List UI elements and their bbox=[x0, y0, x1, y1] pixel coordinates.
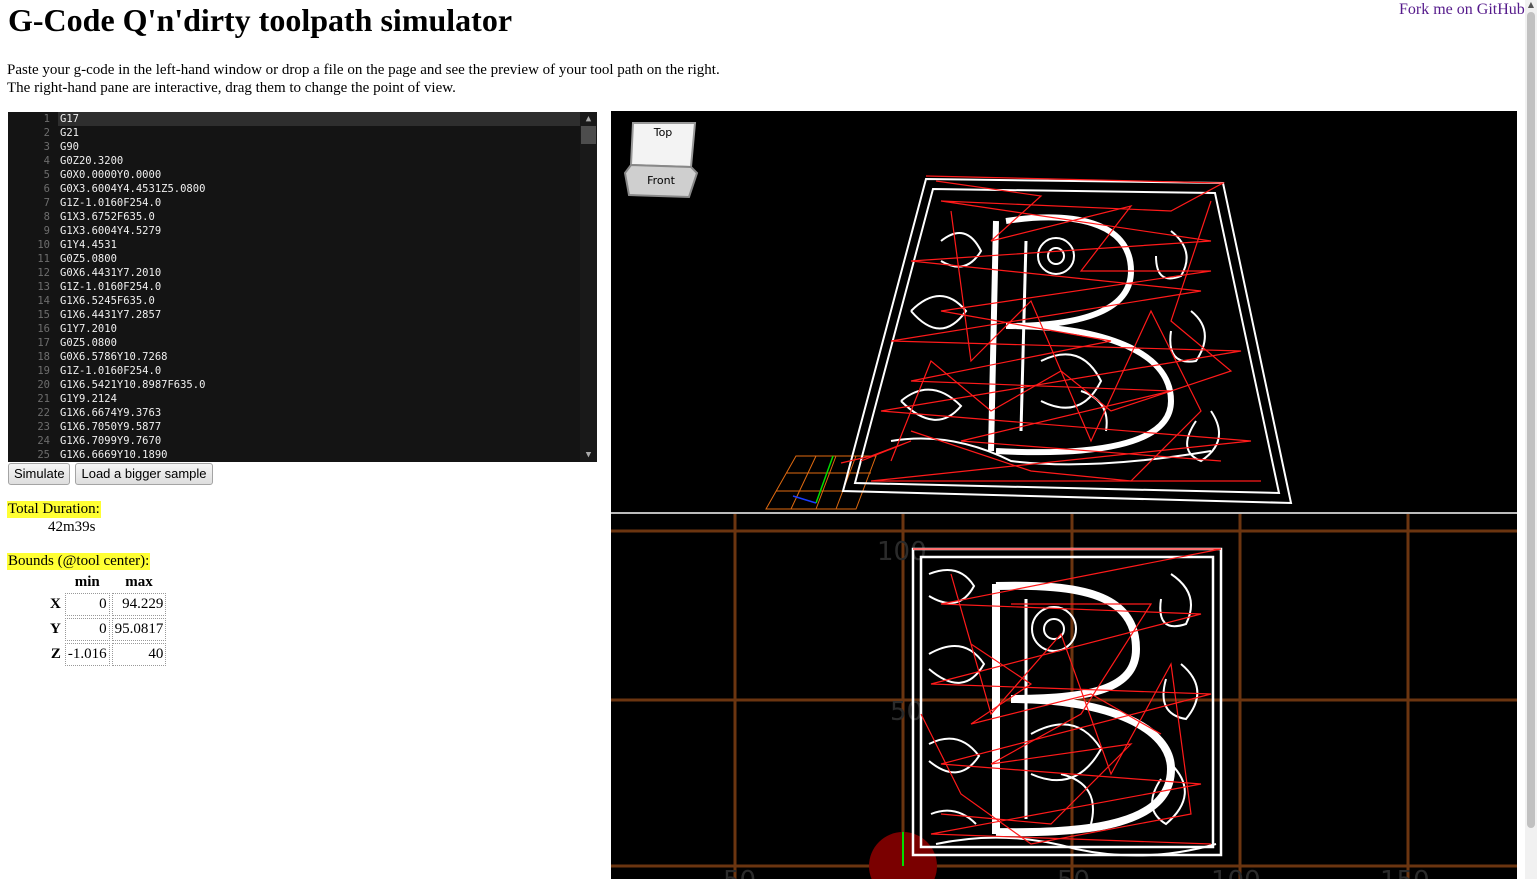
x-tick: 50 bbox=[1057, 866, 1090, 879]
code-line[interactable]: G0X6.5786Y10.7268 bbox=[60, 350, 167, 364]
editor-scroll-thumb[interactable] bbox=[581, 126, 596, 144]
bounds-row: Y 0 95.0817 bbox=[48, 618, 167, 641]
line-number: 5 bbox=[43, 169, 50, 181]
code-line[interactable]: G0Z5.0800 bbox=[60, 252, 117, 266]
y-tick-50: 50 bbox=[890, 697, 923, 727]
bounds-row: X 0 94.229 bbox=[48, 593, 167, 616]
code-line[interactable]: G1X6.4431Y7.2857 bbox=[60, 308, 161, 322]
bounds-header-max: max bbox=[125, 574, 153, 590]
code-line[interactable]: G1Z-1.0160F254.0 bbox=[60, 280, 161, 294]
scroll-down-icon[interactable]: ▼ bbox=[580, 448, 597, 462]
line-number: 24 bbox=[37, 435, 50, 447]
code-line[interactable]: G1Z-1.0160F254.0 bbox=[60, 364, 161, 378]
scroll-up-icon[interactable]: ▲ bbox=[580, 112, 597, 126]
view-cube-front-label: Front bbox=[647, 174, 676, 187]
line-number: 23 bbox=[37, 421, 50, 433]
y-axis-line bbox=[815, 455, 834, 504]
active-line-highlight bbox=[58, 112, 588, 126]
code-line[interactable]: G0X6.4431Y7.2010 bbox=[60, 266, 161, 280]
page-title: G-Code Q'n'dirty toolpath simulator bbox=[8, 2, 513, 38]
line-number: 6 bbox=[43, 183, 50, 195]
bounds-max: 40 bbox=[111, 643, 167, 666]
bounds-row: Z -1.016 40 bbox=[48, 643, 167, 666]
page-scroll-up-icon[interactable]: ▲ bbox=[1526, 0, 1536, 12]
simulate-button[interactable]: Simulate bbox=[8, 463, 70, 485]
x-tick: 150 bbox=[1380, 866, 1430, 879]
top-viewport[interactable]: 100 50 50 0 50 100 150 bbox=[611, 514, 1517, 884]
line-number: 12 bbox=[37, 267, 50, 279]
bounds-min: -1.016 bbox=[64, 643, 110, 666]
line-number: 19 bbox=[37, 365, 50, 377]
line-number: 3 bbox=[43, 141, 50, 153]
line-number: 4 bbox=[43, 155, 50, 167]
code-line[interactable]: G1Y9.2124 bbox=[60, 392, 117, 406]
line-number: 1 bbox=[43, 113, 50, 125]
line-number: 9 bbox=[43, 225, 50, 237]
code-line[interactable]: G1Z-1.0160F254.0 bbox=[60, 196, 161, 210]
total-duration-label: Total Duration: bbox=[7, 501, 101, 518]
y-tick-100: 100 bbox=[877, 537, 927, 567]
perspective-canvas: Top Front bbox=[623, 122, 1293, 510]
line-number: 14 bbox=[37, 295, 50, 307]
line-number: 22 bbox=[37, 407, 50, 419]
code-line[interactable]: G0Z5.0800 bbox=[60, 336, 117, 350]
top-view-canvas: 100 50 50 0 50 100 150 bbox=[611, 514, 1517, 884]
bounds-header-min: min bbox=[74, 574, 100, 590]
line-number: 16 bbox=[37, 323, 50, 335]
line-number: 2 bbox=[43, 127, 50, 139]
code-line[interactable]: G1Y4.4531 bbox=[60, 238, 117, 252]
code-line[interactable]: G0Z20.3200 bbox=[60, 154, 123, 168]
view-cube-top-label: Top bbox=[653, 126, 673, 139]
bounds-min: 0 bbox=[64, 593, 110, 616]
line-number: 8 bbox=[43, 211, 50, 223]
bounds-axis: X bbox=[50, 596, 61, 612]
code-line[interactable]: G1X3.6004Y4.5279 bbox=[60, 224, 161, 238]
line-number: 7 bbox=[43, 197, 50, 209]
bounds-max: 95.0817 bbox=[111, 618, 167, 641]
code-line[interactable]: G0X3.6004Y4.4531Z5.0800 bbox=[60, 182, 205, 196]
code-line[interactable]: G1X6.5421Y10.8987F635.0 bbox=[60, 378, 205, 392]
code-line[interactable]: G1X6.6674Y9.3763 bbox=[60, 406, 161, 420]
line-number: 17 bbox=[37, 337, 50, 349]
page-scroll-thumb[interactable] bbox=[1527, 12, 1535, 828]
code-line[interactable]: G21 bbox=[60, 126, 79, 140]
line-number: 11 bbox=[37, 253, 50, 265]
line-number: 15 bbox=[37, 309, 50, 321]
line-number: 20 bbox=[37, 379, 50, 391]
code-line[interactable]: G1X6.5245F635.0 bbox=[60, 294, 155, 308]
view-cube[interactable]: Top Front bbox=[623, 122, 699, 199]
x-tick: 100 bbox=[1211, 866, 1261, 879]
load-sample-button[interactable]: Load a bigger sample bbox=[75, 463, 213, 485]
code-line[interactable]: G1X6.6669Y10.1890 bbox=[60, 448, 167, 462]
perspective-viewport[interactable]: Top Front bbox=[611, 111, 1517, 513]
code-line[interactable]: G1Y7.2010 bbox=[60, 322, 117, 336]
line-number: 18 bbox=[37, 351, 50, 363]
x-axis-line bbox=[792, 495, 817, 504]
x-tick: 50 bbox=[723, 866, 756, 879]
bounds-table: min max X 0 94.229 Y 0 95.0817 Z -1.016 … bbox=[46, 572, 168, 668]
line-number: 13 bbox=[37, 281, 50, 293]
line-number: 10 bbox=[37, 239, 50, 251]
code-line[interactable]: G1X6.7099Y9.7670 bbox=[60, 434, 161, 448]
bounds-max: 94.229 bbox=[111, 593, 167, 616]
line-number-gutter: 1 2 3 4 5 6 7 8 9 10 11 12 13 14 15 16 17 18 19 20 21 22 23 24 2… bbox=[8, 112, 58, 462]
code-line[interactable]: G90 bbox=[60, 140, 79, 154]
bounds-label: Bounds (@tool center): bbox=[7, 553, 151, 570]
code-line[interactable]: G1X3.6752F635.0 bbox=[60, 210, 155, 224]
fork-github-link[interactable]: Fork me on GitHub bbox=[1399, 1, 1525, 19]
bounds-min: 0 bbox=[64, 618, 110, 641]
bounds-axis: Y bbox=[50, 621, 61, 637]
code-line[interactable]: G17 bbox=[60, 112, 79, 126]
total-duration-value: 42m39s bbox=[48, 519, 96, 535]
line-number: 21 bbox=[37, 393, 50, 405]
intro-text-2: The right-hand pane are interactive, dra… bbox=[7, 80, 456, 96]
editor-scrollbar[interactable]: ▲ ▼ bbox=[580, 112, 597, 462]
bounds-axis: Z bbox=[50, 646, 61, 662]
code-line[interactable]: G0X0.0000Y0.0000 bbox=[60, 168, 161, 182]
code-line[interactable]: G1X6.7050Y9.5877 bbox=[60, 420, 161, 434]
intro-text: Paste your g-code in the left-hand windo… bbox=[7, 62, 720, 78]
gcode-editor[interactable]: 1 2 3 4 5 6 7 8 9 10 11 12 13 14 15 16 17 18 19 20 21 22 23 24 2… bbox=[8, 112, 597, 462]
line-number: 25 bbox=[37, 449, 50, 461]
